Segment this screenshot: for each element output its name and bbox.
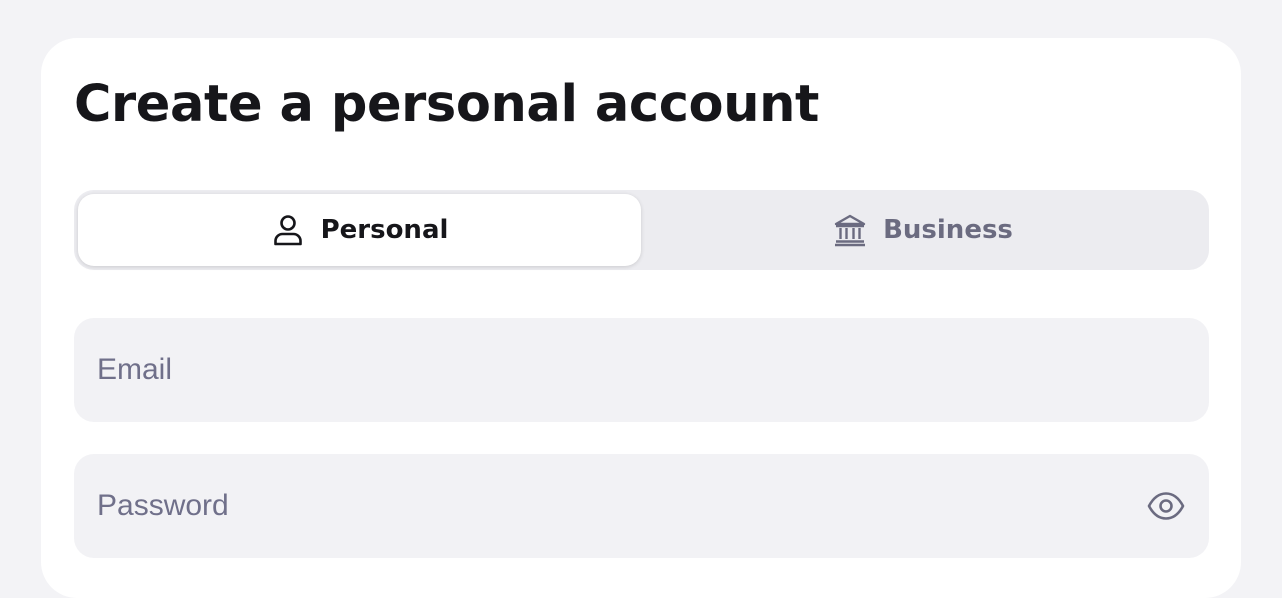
bank-icon [833,213,867,247]
page-title: Create a personal account [74,75,819,134]
email-field[interactable] [97,318,1137,422]
email-field-container [74,318,1209,422]
eye-icon[interactable] [1147,488,1185,524]
account-type-switch: Personal Business [74,190,1209,270]
password-field[interactable] [97,454,1137,558]
user-icon [271,213,305,247]
tab-business[interactable]: Business [641,194,1205,266]
tab-personal[interactable]: Personal [78,194,641,266]
tab-personal-label: Personal [320,215,449,245]
password-field-container [74,454,1209,558]
tab-business-label: Business [883,215,1013,245]
signup-card: Create a personal account Personal Busin… [41,38,1241,598]
